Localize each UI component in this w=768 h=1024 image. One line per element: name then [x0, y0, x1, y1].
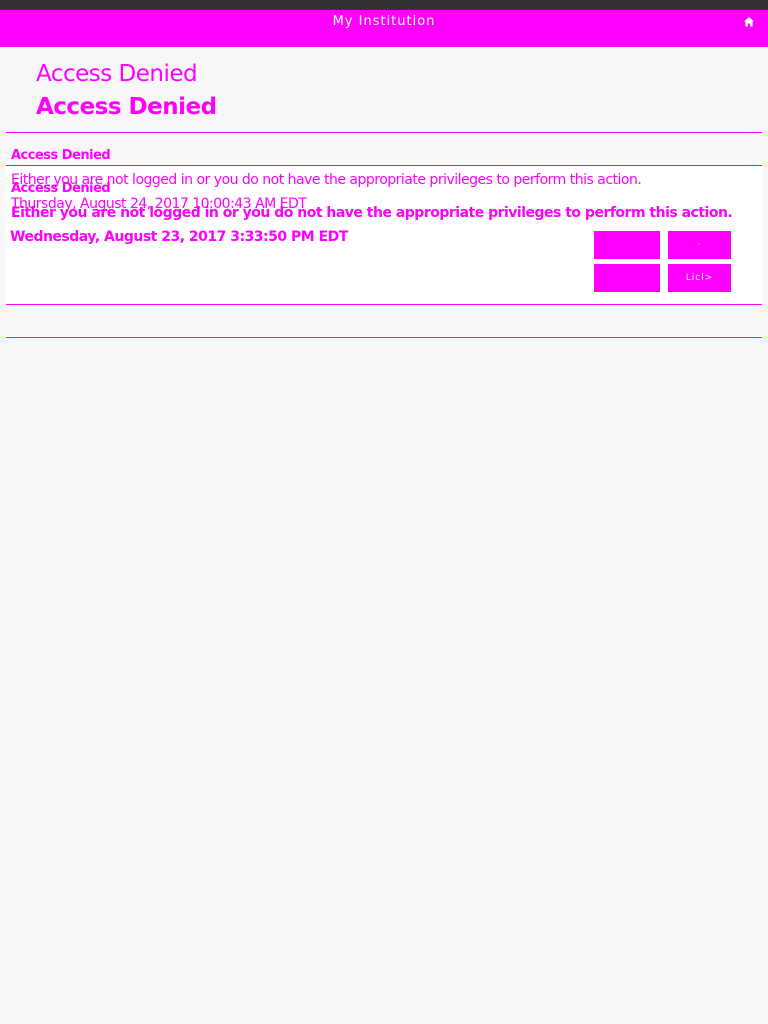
header-title: My Institution: [332, 14, 436, 29]
divider-footer: [6, 337, 762, 338]
home-icon[interactable]: [743, 16, 755, 28]
app-header: My Institution: [0, 10, 768, 47]
page-title: Access Denied: [36, 61, 198, 87]
message-date: Wednesday, August 23, 2017 3:33:50 PM ED…: [10, 229, 348, 245]
message-title: Access Denied: [11, 181, 111, 196]
action-button-1[interactable]: [594, 231, 660, 259]
divider-top: [6, 132, 762, 133]
divider-bottom: [6, 304, 762, 305]
action-button-3[interactable]: [594, 264, 660, 292]
action-button-2[interactable]: ·: [668, 231, 731, 259]
status-strip: [0, 0, 768, 10]
page-subtitle: Access Denied: [36, 94, 217, 120]
message-title: Access Denied: [11, 148, 111, 163]
action-button-4[interactable]: Licl>: [668, 264, 731, 292]
divider-message-header: [6, 165, 762, 166]
message-text: Either you are not logged in or you do n…: [11, 205, 733, 221]
